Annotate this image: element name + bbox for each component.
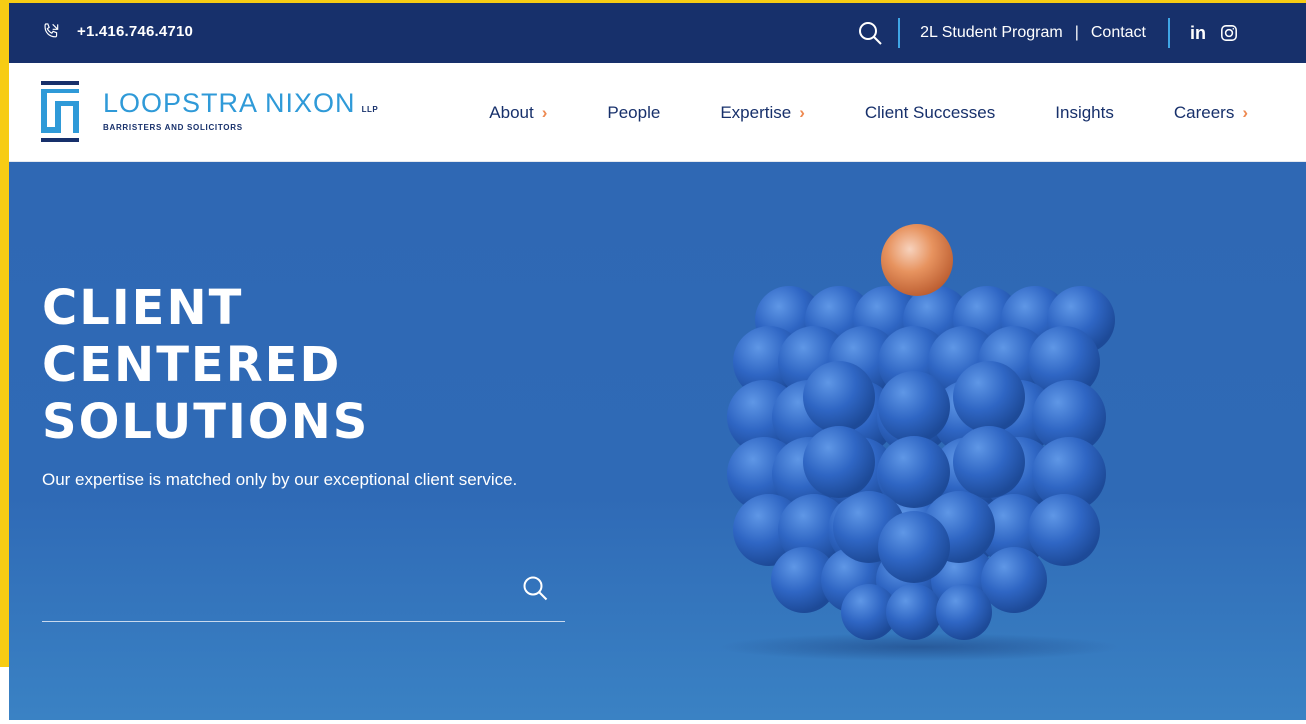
- chevron-right-icon: ›: [799, 102, 805, 122]
- link-separator: |: [1074, 24, 1079, 41]
- logo-llp: LLP: [361, 105, 379, 114]
- logo[interactable]: LOOPSTRA NIXON LLP BARRISTERS AND SOLICI…: [41, 81, 378, 143]
- nav-item-people[interactable]: People: [607, 103, 660, 123]
- linkedin-icon[interactable]: in: [1190, 23, 1206, 44]
- hero-search: [42, 560, 565, 622]
- nav-item-expertise[interactable]: Expertise ›: [720, 103, 805, 123]
- chevron-right-icon: ›: [541, 102, 548, 122]
- primary-nav: About › People Expertise › Client Succes…: [489, 63, 1248, 162]
- chevron-right-icon: ›: [1242, 102, 1248, 122]
- nav-item-label: People: [607, 102, 661, 122]
- logo-firm-name: LOOPSTRA NIXON: [103, 88, 356, 118]
- hero-title-line: CENTERED: [42, 337, 342, 393]
- nav-item-about[interactable]: About ›: [489, 103, 547, 123]
- logo-text: LOOPSTRA NIXON LLP BARRISTERS AND SOLICI…: [103, 88, 378, 132]
- hero-title-line: CLIENT: [42, 280, 244, 336]
- logo-name: LOOPSTRA NIXON LLP: [103, 88, 378, 119]
- search-icon[interactable]: [856, 19, 884, 47]
- divider: [1168, 18, 1170, 48]
- phone-link[interactable]: +1.416.746.4710: [41, 21, 193, 41]
- nav-item-client-successes[interactable]: Client Successes: [865, 103, 995, 123]
- nav-item-label: Expertise: [720, 102, 792, 122]
- student-program-link[interactable]: 2L Student Program: [920, 24, 1063, 42]
- nav-item-label: Careers: [1173, 102, 1235, 122]
- phone-number: +1.416.746.4710: [77, 22, 194, 40]
- yellow-frame-left: [0, 0, 9, 667]
- search-icon[interactable]: [521, 574, 549, 602]
- logo-mark-icon: [41, 81, 79, 142]
- nav-item-insights[interactable]: Insights: [1055, 103, 1114, 123]
- nav-item-label: About: [489, 102, 534, 122]
- hero-title: CLIENT CENTERED SOLUTIONS: [42, 280, 369, 451]
- social-links: in: [1190, 23, 1238, 44]
- sphere-cluster-image: [719, 224, 1119, 661]
- nav-item-careers[interactable]: Careers ›: [1174, 103, 1248, 123]
- main-header: LOOPSTRA NIXON LLP BARRISTERS AND SOLICI…: [9, 63, 1306, 162]
- nav-item-label: Insights: [1055, 102, 1114, 122]
- utility-right: 2L Student Program | Contact in: [856, 3, 1306, 63]
- page-bottom-edge: [0, 720, 1306, 724]
- divider: [898, 18, 901, 48]
- logo-subtitle: BARRISTERS AND SOLICITORS: [103, 123, 243, 132]
- hero-title-line: SOLUTIONS: [42, 394, 370, 450]
- phone-icon: [44, 23, 59, 38]
- utility-bar: +1.416.746.4710 2L Student Program | Con…: [9, 3, 1306, 63]
- hero-banner: CLIENT CENTERED SOLUTIONS Our expertise …: [9, 162, 1306, 720]
- hero-search-input[interactable]: [42, 570, 512, 610]
- page: +1.416.746.4710 2L Student Program | Con…: [0, 0, 1306, 724]
- instagram-icon[interactable]: [1220, 24, 1238, 42]
- contact-link[interactable]: Contact: [1091, 24, 1146, 42]
- nav-item-label: Client Successes: [864, 102, 996, 122]
- hero-subtitle: Our expertise is matched only by our exc…: [42, 470, 518, 489]
